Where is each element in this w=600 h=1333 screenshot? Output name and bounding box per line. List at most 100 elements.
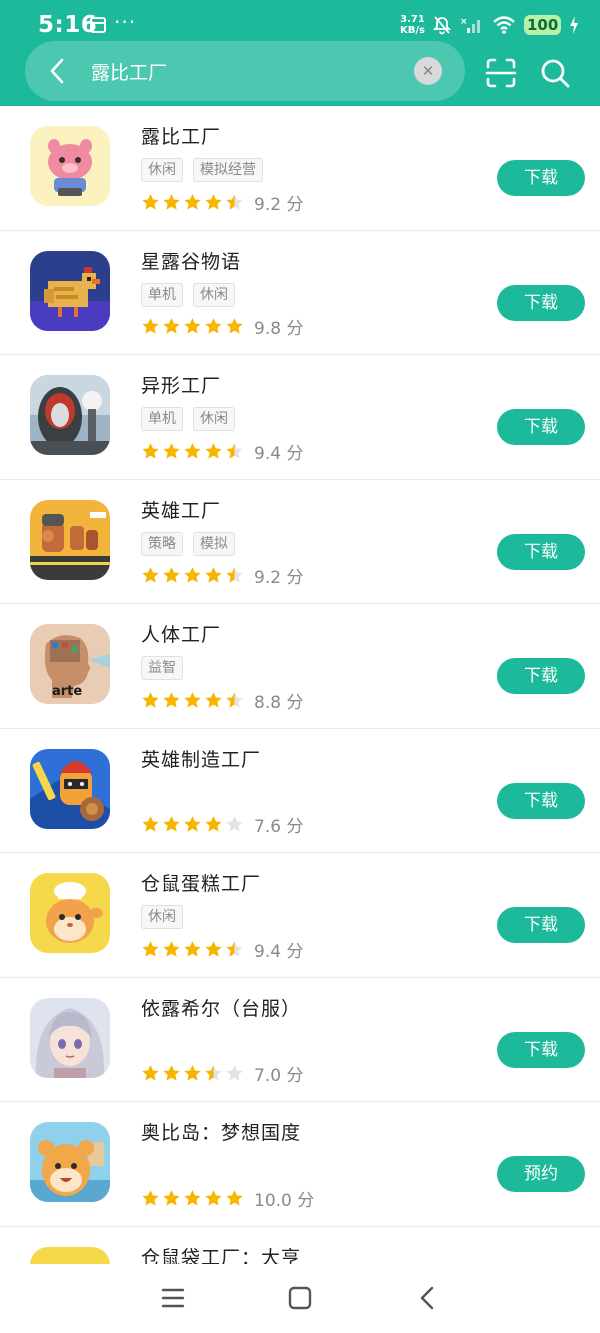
star-half-icon bbox=[226, 567, 243, 583]
app-rating: 9.8 分 bbox=[141, 315, 303, 339]
download-button[interactable]: 下载 bbox=[497, 658, 585, 694]
app-tag: 休闲 bbox=[193, 282, 235, 307]
app-tag: 单机 bbox=[141, 282, 183, 307]
charging-icon bbox=[570, 16, 579, 34]
app-score: 9.2 分 bbox=[254, 194, 304, 215]
home-icon[interactable] bbox=[286, 1284, 314, 1312]
star-half-icon bbox=[226, 940, 243, 957]
star-full-icon bbox=[184, 567, 201, 583]
star-full-icon bbox=[142, 1065, 159, 1081]
app-tag: 模拟 bbox=[193, 531, 235, 556]
list-item[interactable]: 仓鼠蛋糕工厂 休闲 9.4 分 下载 bbox=[0, 853, 600, 978]
menu-icon[interactable] bbox=[159, 1284, 187, 1312]
download-button[interactable]: 下载 bbox=[497, 1031, 585, 1068]
star-full-icon bbox=[226, 1189, 243, 1206]
star-full-icon bbox=[142, 816, 159, 832]
app-rating: 7.6 分 bbox=[141, 813, 303, 837]
app-name: 仓鼠袋工厂：大亨 bbox=[141, 1246, 302, 1265]
app-tag: 单机 bbox=[141, 407, 183, 431]
list-item[interactable]: 星露谷物语 单机 休闲 9.8 分 下载 bbox=[0, 231, 600, 355]
star-full-icon bbox=[163, 1189, 180, 1206]
app-icon-ruby-factory bbox=[30, 126, 110, 206]
star-empty-icon bbox=[226, 1065, 243, 1081]
star-half-icon bbox=[226, 442, 243, 459]
list-item[interactable]: 依露希尔（台服） 7.0 分 下载 bbox=[0, 978, 600, 1102]
download-button[interactable]: 下载 bbox=[497, 907, 585, 943]
list-item[interactable]: 异形工厂 单机 休闲 9.4 分 下载 bbox=[0, 355, 600, 480]
star-full-icon bbox=[142, 442, 159, 459]
download-button[interactable]: 下载 bbox=[497, 409, 585, 445]
more-notifications-icon: ··· bbox=[114, 10, 137, 34]
star-full-icon bbox=[184, 1189, 201, 1206]
app-rating: 9.4 分 bbox=[141, 937, 304, 962]
search-button[interactable] bbox=[538, 56, 572, 90]
list-item[interactable]: arte 人体工厂 益智 8.8 分 下载 bbox=[0, 604, 600, 729]
close-icon: ✕ bbox=[421, 62, 435, 80]
app-score: 9.4 分 bbox=[254, 443, 304, 464]
list-item[interactable]: 奥比岛：梦想国度 10.0 分 预约 bbox=[0, 1102, 600, 1227]
star-rating bbox=[141, 193, 244, 212]
network-speed-value: 3.71 bbox=[400, 14, 425, 25]
app-header: 5:16 ··· 3.71 KB/s × 100 露比工厂 ✕ bbox=[0, 0, 600, 106]
download-button[interactable]: 下载 bbox=[497, 533, 585, 570]
app-score: 7.6 分 bbox=[254, 817, 304, 837]
app-tag: 休闲 bbox=[193, 407, 235, 431]
scan-button[interactable] bbox=[484, 56, 518, 90]
star-full-icon bbox=[205, 1189, 222, 1206]
star-rating bbox=[141, 691, 244, 710]
list-item[interactable]: 露比工厂 休闲 模拟经营 9.2 分 下载 bbox=[0, 106, 600, 231]
back-button[interactable] bbox=[39, 53, 75, 89]
star-full-icon bbox=[163, 691, 180, 708]
star-full-icon bbox=[205, 318, 222, 334]
app-icon-hamster-bag-factory bbox=[30, 1246, 110, 1264]
app-score: 7.0 分 bbox=[254, 1066, 304, 1086]
star-rating bbox=[141, 815, 244, 834]
star-full-icon bbox=[142, 691, 159, 708]
download-button[interactable]: 下载 bbox=[497, 160, 585, 196]
clear-search-button[interactable]: ✕ bbox=[414, 57, 442, 85]
star-half-icon bbox=[205, 1065, 222, 1081]
back-icon[interactable] bbox=[414, 1284, 442, 1312]
download-button[interactable]: 下载 bbox=[497, 782, 585, 819]
app-icon-hero-maker-factory bbox=[30, 748, 110, 829]
star-full-icon bbox=[205, 193, 222, 210]
app-icon-hamster-cake-factory bbox=[30, 873, 110, 953]
app-tag: 策略 bbox=[141, 531, 183, 556]
star-full-icon bbox=[142, 567, 159, 583]
star-rating bbox=[141, 317, 244, 336]
app-name: 依露希尔（台服） bbox=[141, 997, 302, 1020]
app-rating: 9.2 分 bbox=[141, 564, 303, 588]
app-icon-shapez bbox=[30, 375, 110, 455]
app-score: 9.4 分 bbox=[254, 941, 304, 962]
star-full-icon bbox=[163, 816, 180, 832]
app-name: 英雄制造工厂 bbox=[141, 748, 262, 771]
app-rating: 9.2 分 bbox=[141, 190, 304, 215]
star-half-icon bbox=[226, 691, 243, 708]
star-full-icon bbox=[142, 940, 159, 957]
search-icon bbox=[541, 59, 570, 88]
star-full-icon bbox=[184, 442, 201, 459]
reserve-button[interactable]: 预约 bbox=[497, 1156, 585, 1192]
list-item[interactable]: 英雄工厂 策略 模拟 9.2 分 下载 bbox=[0, 480, 600, 604]
mute-bell-icon bbox=[432, 16, 452, 35]
app-rating: 7.0 分 bbox=[141, 1062, 303, 1086]
download-button[interactable]: 下载 bbox=[497, 284, 585, 321]
app-icon-illusia bbox=[30, 997, 110, 1078]
star-full-icon bbox=[163, 193, 180, 210]
star-full-icon bbox=[184, 816, 201, 832]
star-full-icon bbox=[163, 567, 180, 583]
app-name: 星露谷物语 bbox=[141, 250, 242, 273]
app-icon-stardew-valley bbox=[30, 250, 110, 331]
network-speed-unit: KB/s bbox=[400, 25, 425, 36]
signal-icon: × bbox=[460, 17, 480, 33]
list-item[interactable]: 仓鼠袋工厂：大亨 bbox=[0, 1227, 600, 1265]
scan-icon bbox=[485, 58, 517, 88]
search-bar: ✕ bbox=[25, 41, 465, 101]
search-input[interactable] bbox=[91, 55, 391, 87]
network-speed: 3.71 KB/s bbox=[400, 14, 425, 36]
star-full-icon bbox=[163, 1065, 180, 1081]
system-nav-bar bbox=[0, 1264, 600, 1333]
star-full-icon bbox=[184, 940, 201, 957]
list-item[interactable]: 英雄制造工厂 7.6 分 下载 bbox=[0, 729, 600, 853]
star-full-icon bbox=[142, 318, 159, 334]
